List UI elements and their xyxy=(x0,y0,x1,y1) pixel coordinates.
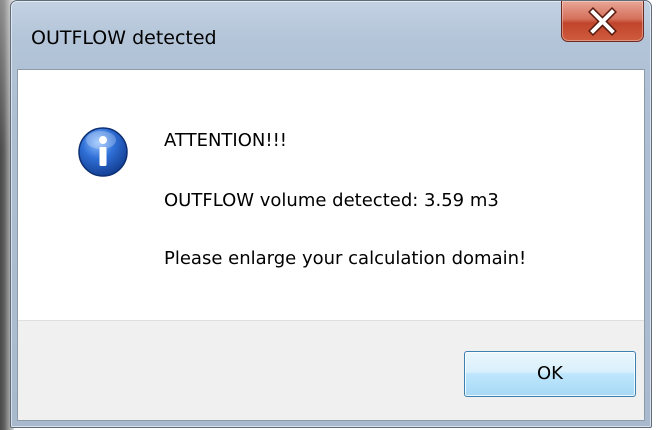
info-icon xyxy=(78,127,128,177)
close-icon xyxy=(588,7,617,36)
title-bar[interactable]: OUTFLOW detected xyxy=(11,1,651,69)
window-title: OUTFLOW detected xyxy=(31,27,217,49)
dialog-client-area: ATTENTION!!! OUTFLOW volume detected: 3.… xyxy=(17,69,645,421)
ok-button[interactable]: OK xyxy=(464,351,636,397)
outflow-volume-text: OUTFLOW volume detected: 3.59 m3 xyxy=(164,190,499,211)
instruction-text: Please enlarge your calculation domain! xyxy=(164,248,527,269)
message-dialog: OUTFLOW detected ATTENTION!!! OUTFLOW vo… xyxy=(10,0,652,428)
message-content: ATTENTION!!! OUTFLOW volume detected: 3.… xyxy=(18,70,644,320)
button-bar: OK xyxy=(18,320,644,420)
close-button[interactable] xyxy=(561,1,644,42)
attention-heading: ATTENTION!!! xyxy=(164,130,288,151)
